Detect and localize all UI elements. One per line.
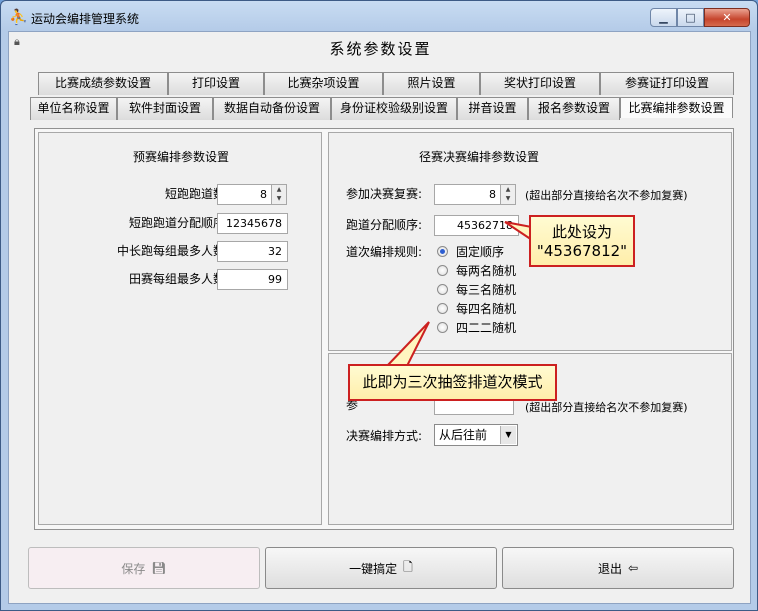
rule-fixed-option[interactable]: 固定顺序 — [437, 243, 504, 260]
chevron-down-icon[interactable]: ▼ — [500, 426, 516, 444]
title-bar: ⛹ 运动会编排管理系统 ▁ □ ✕ — [1, 1, 757, 31]
finals-count-label: 参加决赛复赛: — [346, 187, 423, 201]
window-controls: ▁ □ ✕ — [650, 8, 750, 27]
tab-print[interactable]: 打印设置 — [168, 72, 264, 95]
radio-button[interactable] — [437, 284, 448, 295]
rule-422-label: 四二二随机 — [456, 321, 517, 335]
app-window: ⛹ 运动会编排管理系统 ▁ □ ✕ 🔒︎ 系统参数设置 比赛成绩参数设置 打印设… — [0, 0, 758, 611]
prelim-title: 预赛编排参数设置 — [132, 150, 229, 164]
lane-order-label: 跑道分配顺序: — [346, 218, 423, 232]
prelim-section: 预赛编排参数设置 短跑跑道数: 8 ▲ ▼ 短跑跑道分配顺序: 12345678 … — [38, 132, 322, 525]
page-title: 系统参数设置 — [329, 40, 432, 58]
tab-signup-params[interactable]: 报名参数设置 — [528, 97, 620, 120]
sprint-lane-order-input[interactable]: 12345678 — [217, 213, 288, 234]
final-method-label: 决赛编排方式: — [346, 429, 423, 443]
minimize-button[interactable]: ▁ — [650, 8, 677, 27]
rule-fixed-label: 固定顺序 — [456, 245, 505, 259]
save-button[interactable]: 保存 💾︎ — [28, 547, 260, 589]
final-method-select[interactable]: 从后往前 ▼ — [434, 424, 518, 446]
rule-random-3-option[interactable]: 每三名随机 — [437, 281, 516, 298]
tab-photo[interactable]: 照片设置 — [383, 72, 480, 95]
close-button[interactable]: ✕ — [704, 8, 750, 27]
one-click-label: 一键搞定 — [349, 561, 398, 576]
exit-label: 退出 — [597, 561, 622, 576]
sprint-lanes-spinner[interactable]: ▲ ▼ — [271, 184, 287, 205]
tab-schedule-params[interactable]: 比赛编排参数设置 — [620, 97, 733, 118]
lane-rule-label: 道次编排规则: — [346, 245, 423, 259]
radio-button[interactable] — [437, 322, 448, 333]
distance-max-label: 中长跑每组最多人数: — [116, 244, 229, 258]
lane-order-input[interactable]: 45362718 — [434, 215, 519, 236]
sprint-lanes-input[interactable]: 8 — [217, 184, 273, 205]
floppy-icon: 💾︎ — [151, 561, 167, 575]
rule-random-2-label: 每两名随机 — [456, 264, 517, 278]
runner-icon: ⛹ — [9, 8, 28, 26]
tab-certificate-print[interactable]: 奖状打印设置 — [480, 72, 600, 95]
maximize-button[interactable]: □ — [677, 8, 704, 27]
exit-door-icon: ⇦ — [627, 561, 639, 575]
rule-random-3-label: 每三名随机 — [456, 283, 517, 297]
finals-note: (超出部分直接给名次不参加复赛) — [525, 189, 688, 202]
radio-button[interactable] — [437, 303, 448, 314]
track-final-title: 径赛决赛编排参数设置 — [418, 150, 539, 164]
tab-pinyin[interactable]: 拼音设置 — [457, 97, 528, 120]
rule-random-4-option[interactable]: 每四名随机 — [437, 300, 516, 317]
window-title: 运动会编排管理系统 — [31, 12, 140, 26]
tab-unit-name[interactable]: 单位名称设置 — [30, 97, 117, 120]
distance-max-input[interactable]: 32 — [217, 241, 288, 262]
document-icon: 🗋 — [403, 559, 413, 574]
field-finals-note: (超出部分直接给名次不参加复赛) — [525, 401, 688, 414]
mode-callout: 此即为三次抽签排道次模式 — [348, 364, 557, 401]
rule-422-option[interactable]: 四二二随机 — [437, 319, 516, 336]
rule-random-2-option[interactable]: 每两名随机 — [437, 262, 516, 279]
lane-order-callout: 此处设为 "45367812" — [529, 215, 635, 267]
save-label: 保存 — [121, 561, 146, 576]
sprint-lane-order-label: 短跑跑道分配顺序: — [128, 216, 229, 230]
sprint-lanes-label: 短跑跑道数: — [164, 187, 229, 201]
finals-count-spinner[interactable]: ▲ ▼ — [500, 184, 516, 205]
tab-misc[interactable]: 比赛杂项设置 — [264, 72, 383, 95]
client-area: 🔒︎ 系统参数设置 比赛成绩参数设置 打印设置 比赛杂项设置 照片设置 奖状打印… — [8, 31, 751, 604]
final-method-value: 从后往前 — [439, 428, 488, 442]
one-click-button[interactable]: 一键搞定 🗋 — [265, 547, 497, 589]
tab-cover[interactable]: 软件封面设置 — [117, 97, 213, 120]
tab-score-params[interactable]: 比赛成绩参数设置 — [38, 72, 168, 95]
finals-count-input[interactable]: 8 — [434, 184, 502, 205]
field-event-max-label: 田赛每组最多人数: — [128, 272, 229, 286]
tab-panel: 预赛编排参数设置 短跑跑道数: 8 ▲ ▼ 短跑跑道分配顺序: 12345678 … — [34, 128, 734, 530]
tab-id-check[interactable]: 身份证校验级别设置 — [331, 97, 457, 120]
rule-random-4-label: 每四名随机 — [456, 302, 517, 316]
radio-button[interactable] — [437, 246, 448, 257]
tab-entry-card-print[interactable]: 参赛证打印设置 — [600, 72, 734, 95]
field-event-max-input[interactable]: 99 — [217, 269, 288, 290]
radio-button[interactable] — [437, 265, 448, 276]
tab-auto-backup[interactable]: 数据自动备份设置 — [213, 97, 331, 120]
exit-button[interactable]: 退出 ⇦ — [502, 547, 734, 589]
